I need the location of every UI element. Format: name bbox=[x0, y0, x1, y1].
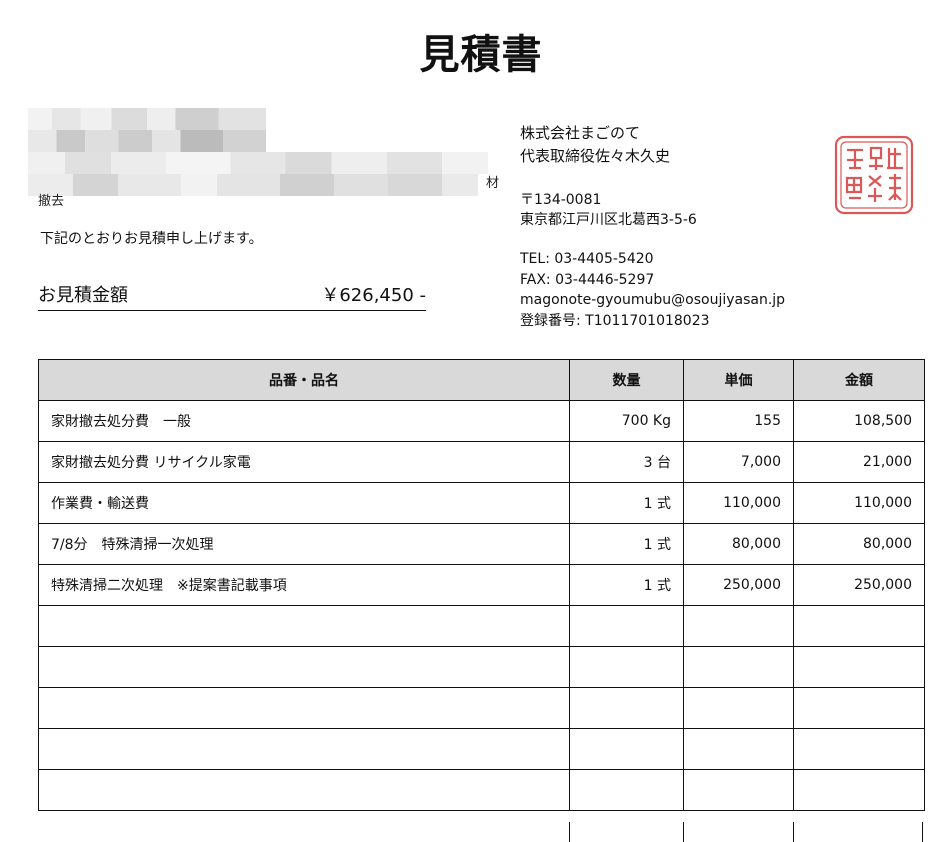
item-name bbox=[38, 646, 570, 688]
item-amount bbox=[793, 605, 925, 647]
item-unit-price: 250,000 bbox=[683, 564, 794, 606]
item-quantity bbox=[569, 646, 684, 688]
item-quantity: 700 Kg bbox=[569, 400, 684, 442]
table-row: 7/8分 特殊清掃一次処理 1 式 80,000 80,000 bbox=[38, 523, 925, 565]
document-title: 見積書 bbox=[419, 32, 543, 78]
table-continuation-line bbox=[793, 822, 794, 842]
total-amount: ￥626,450 - bbox=[321, 285, 426, 306]
item-name: 家財撤去処分費 リサイクル家電 bbox=[38, 441, 570, 483]
item-amount: 108,500 bbox=[793, 400, 925, 442]
item-unit-price bbox=[683, 769, 794, 811]
estimate-table: 品番・品名 数量 単価 金額 家財撤去処分費 一般 700 Kg 155 108… bbox=[38, 359, 925, 811]
company-fax: FAX: 03-4446-5297 bbox=[520, 271, 655, 288]
company-block: 株式会社まごのて 代表取締役佐々木久史 bbox=[520, 122, 670, 168]
item-quantity bbox=[569, 687, 684, 729]
table-row: 作業費・輸送費 1 式 110,000 110,000 bbox=[38, 482, 925, 524]
item-unit-price bbox=[683, 605, 794, 647]
item-amount bbox=[793, 728, 925, 770]
item-name: 家財撤去処分費 一般 bbox=[38, 400, 570, 442]
table-continuation-line bbox=[922, 822, 923, 842]
item-quantity: 1 式 bbox=[569, 564, 684, 606]
header-amount: 金額 bbox=[793, 359, 925, 401]
company-seal-stamp bbox=[834, 135, 914, 215]
total-amount-box: お見積金額 ￥626,450 - bbox=[38, 278, 426, 311]
total-label: お見積金額 bbox=[38, 285, 128, 306]
item-name: 7/8分 特殊清掃一次処理 bbox=[38, 523, 570, 565]
item-name: 特殊清掃二次処理 ※提案書記載事項 bbox=[38, 564, 570, 606]
recipient-fragment-right: 材 bbox=[486, 176, 500, 191]
company-tel: TEL: 03-4405-5420 bbox=[520, 251, 654, 267]
table-header-row: 品番・品名 数量 単価 金額 bbox=[38, 359, 925, 401]
item-unit-price: 155 bbox=[683, 400, 794, 442]
item-quantity: 3 台 bbox=[569, 441, 684, 483]
item-unit-price: 110,000 bbox=[683, 482, 794, 524]
recipient-fragment-left: 撤去 bbox=[38, 194, 65, 209]
company-registration: 登録番号: T1011701018023 bbox=[520, 312, 710, 329]
table-row-empty bbox=[38, 687, 925, 729]
company-postal: 〒134-0081 bbox=[520, 192, 602, 208]
item-quantity bbox=[569, 728, 684, 770]
table-row: 特殊清掃二次処理 ※提案書記載事項 1 式 250,000 250,000 bbox=[38, 564, 925, 606]
redacted-recipient-block bbox=[28, 108, 498, 198]
table-row: 家財撤去処分費 一般 700 Kg 155 108,500 bbox=[38, 400, 925, 442]
item-quantity bbox=[569, 769, 684, 811]
item-name bbox=[38, 605, 570, 647]
company-representative: 代表取締役佐々木久史 bbox=[520, 147, 671, 165]
header-item-name: 品番・品名 bbox=[38, 359, 570, 401]
header-unit-price: 単価 bbox=[683, 359, 794, 401]
item-amount bbox=[793, 646, 925, 688]
item-amount: 110,000 bbox=[793, 482, 925, 524]
item-unit-price bbox=[683, 687, 794, 729]
item-amount: 21,000 bbox=[793, 441, 925, 483]
item-unit-price: 7,000 bbox=[683, 441, 794, 483]
item-name bbox=[38, 769, 570, 811]
company-address: 東京都江戸川区北葛西3-5-6 bbox=[520, 212, 697, 228]
table-continuation-line bbox=[569, 822, 570, 842]
table-row-empty bbox=[38, 728, 925, 770]
item-name: 作業費・輸送費 bbox=[38, 482, 570, 524]
item-quantity: 1 式 bbox=[569, 482, 684, 524]
intro-text: 下記のとおりお見積申し上げます。 bbox=[40, 231, 263, 247]
company-contact-block: TEL: 03-4405-5420 FAX: 03-4446-5297 mago… bbox=[520, 249, 785, 331]
item-amount bbox=[793, 769, 925, 811]
item-name bbox=[38, 728, 570, 770]
table-row-empty bbox=[38, 646, 925, 688]
company-name: 株式会社まごのて bbox=[520, 124, 641, 142]
item-amount: 80,000 bbox=[793, 523, 925, 565]
company-email: magonote-gyoumubu@osoujiyasan.jp bbox=[520, 292, 786, 308]
item-quantity: 1 式 bbox=[569, 523, 684, 565]
item-unit-price bbox=[683, 646, 794, 688]
item-unit-price bbox=[683, 728, 794, 770]
item-amount: 250,000 bbox=[793, 564, 925, 606]
table-continuation-line bbox=[683, 822, 684, 842]
header-quantity: 数量 bbox=[569, 359, 684, 401]
item-name bbox=[38, 687, 570, 729]
item-amount bbox=[793, 687, 925, 729]
table-row-empty bbox=[38, 605, 925, 647]
company-address-block: 〒134-0081 東京都江戸川区北葛西3-5-6 bbox=[520, 190, 697, 230]
table-row: 家財撤去処分費 リサイクル家電 3 台 7,000 21,000 bbox=[38, 441, 925, 483]
item-unit-price: 80,000 bbox=[683, 523, 794, 565]
item-quantity bbox=[569, 605, 684, 647]
table-row-empty bbox=[38, 769, 925, 811]
